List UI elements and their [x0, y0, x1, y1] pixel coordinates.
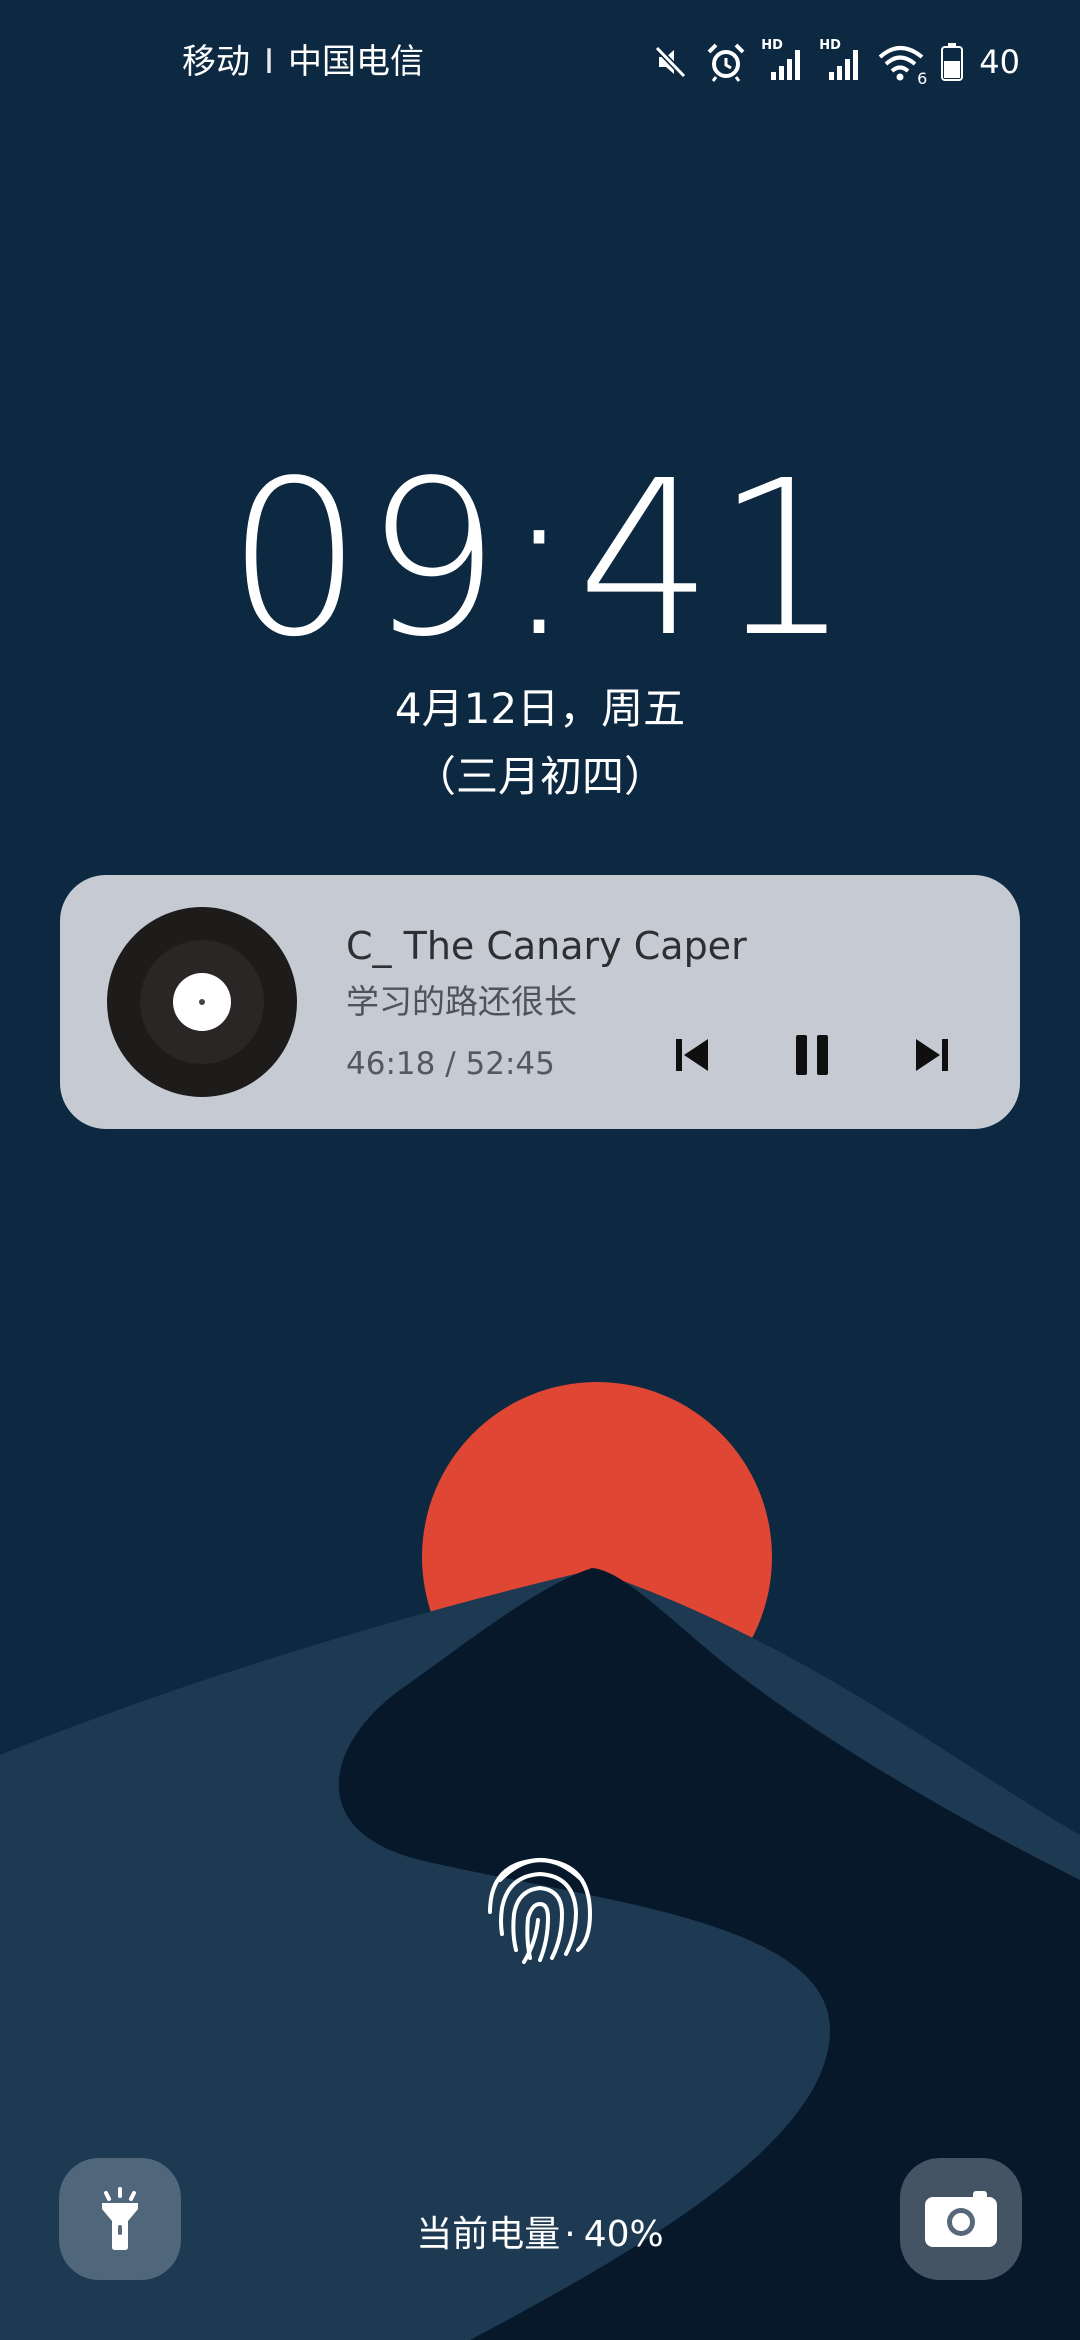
signal-icon: [829, 50, 859, 80]
status-icons: HD HD 6 40: [651, 36, 1020, 88]
song-title: C_ The Canary Caper: [346, 924, 747, 968]
wifi: 6: [877, 40, 927, 88]
wifi-6-label: 6: [917, 69, 928, 88]
carrier-1: 移动: [182, 42, 250, 82]
battery-status-label: 当前电量: [416, 2214, 561, 2255]
carrier-divider: I: [264, 42, 275, 82]
battery-status-separator: ·: [564, 2214, 576, 2255]
mute-icon: [655, 45, 687, 79]
vinyl-disc-icon: [107, 907, 297, 1097]
lunar-date: （三月初四）: [413, 752, 666, 801]
song-artist: 学习的路还很长: [346, 982, 577, 1021]
lock-date: 4月12日，周五: [394, 684, 686, 733]
carrier-2: 中国电信: [288, 42, 425, 82]
time-separator: /: [445, 1046, 456, 1082]
signal-icon: [771, 50, 801, 80]
previous-icon: [676, 1039, 708, 1071]
signal-2: HD: [819, 38, 863, 84]
lock-clock: 09:41: [226, 435, 854, 684]
battery-icon: [941, 43, 964, 81]
elapsed-time: 46:18: [346, 1046, 436, 1082]
fingerprint-icon[interactable]: [478, 1842, 602, 1966]
total-time: 52:45: [465, 1046, 555, 1082]
battery-status-percent: 40%: [583, 2214, 664, 2255]
wallpaper: [0, 0, 1080, 2340]
lock-screen: 移动 I 中国电信 HD HD 6 40 09:41 4月12日，周五 （三月初…: [0, 0, 1080, 2340]
camera-icon: [925, 2191, 997, 2247]
camera-button[interactable]: [900, 2158, 1022, 2280]
status-bar: 移动 I 中国电信 HD HD 6 40: [0, 0, 1080, 120]
previous-track-button[interactable]: [656, 1019, 728, 1091]
signal-1: HD: [761, 38, 805, 84]
battery-level: 40: [979, 43, 1020, 81]
alarm-icon: [707, 43, 745, 82]
music-widget[interactable]: C_ The Canary Caper 学习的路还很长 46:18 / 52:4…: [60, 875, 1020, 1129]
carrier-labels: 移动 I 中国电信: [182, 38, 424, 86]
pause-icon: [796, 1035, 828, 1075]
next-track-button[interactable]: [896, 1019, 968, 1091]
pause-button[interactable]: [776, 1019, 848, 1091]
next-icon: [916, 1039, 948, 1071]
playback-time: 46:18 / 52:45: [346, 1043, 555, 1085]
